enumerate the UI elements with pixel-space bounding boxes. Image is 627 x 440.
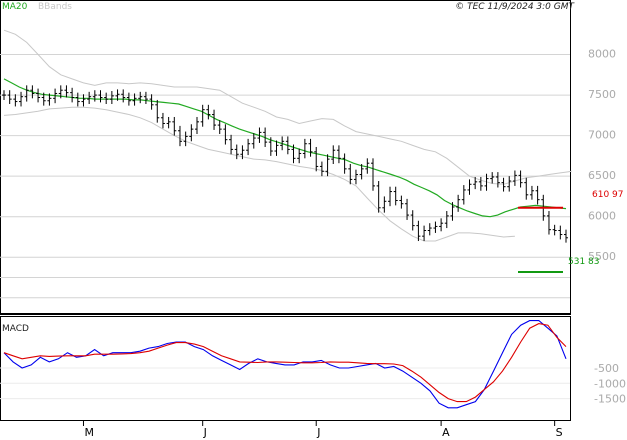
ohlc-bar — [342, 153, 347, 174]
chart-frame — [0, 0, 571, 421]
ohlc-bar — [348, 164, 353, 185]
ohlc-bar — [512, 170, 517, 186]
ohlc-bar — [149, 94, 154, 110]
ohlc-bar — [206, 104, 211, 120]
ohlc-bar — [564, 229, 568, 243]
macd-tick-label: -1500 — [594, 393, 626, 406]
ohlc-bar — [155, 99, 160, 123]
ohlc-bar — [234, 144, 239, 160]
ohlc-bar — [461, 185, 466, 205]
x-tick-label: J — [203, 426, 207, 439]
x-tick-label: A — [442, 426, 450, 439]
ohlc-bar — [456, 194, 461, 212]
ohlc-bar — [195, 116, 200, 134]
ohlc-bar — [382, 196, 387, 213]
ohlc-bar — [507, 176, 512, 192]
price-levels — [518, 206, 563, 273]
ohlc-bar — [467, 179, 472, 195]
ohlc-bar — [189, 124, 194, 142]
x-tick-label: M — [84, 426, 94, 439]
price-tick-label: 7000 — [588, 129, 616, 142]
ohlc-bar — [143, 91, 148, 104]
ohlc-bar — [229, 134, 234, 155]
chart-canvas: 550060006500700075008000-500-1000-1500M J… — [0, 0, 626, 439]
ohlc-bar — [160, 112, 165, 129]
ohlc-bar — [13, 94, 18, 107]
ohlc-bar — [331, 145, 336, 164]
ohlc-bar — [478, 176, 483, 191]
ohlc-bar — [410, 210, 415, 231]
ohlc-bar — [546, 211, 551, 235]
ohlc-bar — [376, 181, 381, 213]
ohlc-bar — [200, 104, 205, 127]
ohlc-bar — [552, 224, 557, 236]
ohlc-bar — [558, 225, 563, 240]
ohlc-bar — [121, 89, 126, 103]
ohlc-bar — [388, 186, 393, 207]
ohlc-bar — [212, 109, 217, 130]
ohlc-bar — [427, 223, 432, 236]
ohlc-bar — [439, 218, 444, 232]
ohlc-bar — [64, 85, 69, 98]
ohlc-bar — [308, 138, 313, 157]
ohlc-bar — [7, 90, 12, 104]
axes: 550060006500700075008000-500-1000-1500M J… — [82, 48, 626, 439]
ohlc-bar — [495, 172, 500, 188]
ohlc-bar — [2, 90, 6, 100]
ohlc-bar — [166, 116, 171, 129]
price-tick-label: 6500 — [588, 169, 616, 182]
macd-panel — [3, 320, 567, 409]
ohlc-bar — [422, 225, 427, 242]
ohlc-bar — [393, 186, 398, 206]
price-tick-label: 8000 — [588, 48, 616, 61]
ohlc-bar — [302, 138, 307, 159]
ohlc-bar — [98, 90, 103, 103]
ohlc-bar — [24, 85, 29, 102]
macd-tick-label: -1000 — [594, 377, 626, 390]
x-tick-label: S — [556, 426, 563, 439]
ohlc-bar — [138, 91, 143, 104]
ohlc-bar — [104, 92, 109, 104]
ohlc-bar — [336, 145, 341, 164]
macd-line — [3, 320, 567, 409]
ohlc-bar — [19, 91, 24, 107]
ohlc-bar — [183, 131, 188, 147]
ohlc-bar — [529, 185, 534, 200]
ohlc-bar — [444, 211, 449, 229]
ohlc-bar — [353, 169, 358, 185]
x-tick-label: J — [316, 426, 320, 439]
ohlc-bar — [314, 146, 319, 172]
ohlc-bar — [399, 195, 404, 209]
price-tick-label: 7500 — [588, 88, 616, 101]
ohlc-bar — [109, 91, 114, 104]
macd-title: MACD — [2, 324, 29, 334]
ohlc-bar — [92, 90, 97, 102]
bbands-legend: BBands — [38, 2, 72, 12]
price-tick-label: 6000 — [588, 210, 616, 223]
price-panel-border — [0, 0, 571, 315]
ohlc-bar — [535, 185, 540, 205]
ohlc-bar — [433, 221, 438, 233]
ohlc-bar — [297, 148, 302, 164]
ohlc-bar — [365, 158, 370, 174]
ohlc-bar — [524, 177, 529, 200]
grid-lines — [0, 54, 570, 400]
ohlc-bar — [246, 138, 251, 156]
ma20-legend: MA20 — [2, 2, 28, 12]
source-timestamp: © TEC 11/9/2024 3:0 GMT — [455, 2, 575, 12]
ohlc-bar — [81, 94, 86, 107]
resistance-label: 610 97 — [592, 190, 624, 200]
ohlc-bar — [370, 158, 375, 191]
price-bars — [2, 85, 568, 243]
support-label: 531 83 — [568, 257, 600, 267]
ohlc-bar — [217, 120, 222, 134]
signal-line — [3, 323, 567, 403]
ohlc-bar — [490, 172, 495, 184]
ohlc-bar — [223, 124, 228, 145]
macd-tick-label: -500 — [594, 362, 619, 375]
ohlc-bar — [319, 161, 324, 177]
ohlc-bar — [172, 116, 177, 136]
bb-lower-line — [3, 106, 515, 242]
